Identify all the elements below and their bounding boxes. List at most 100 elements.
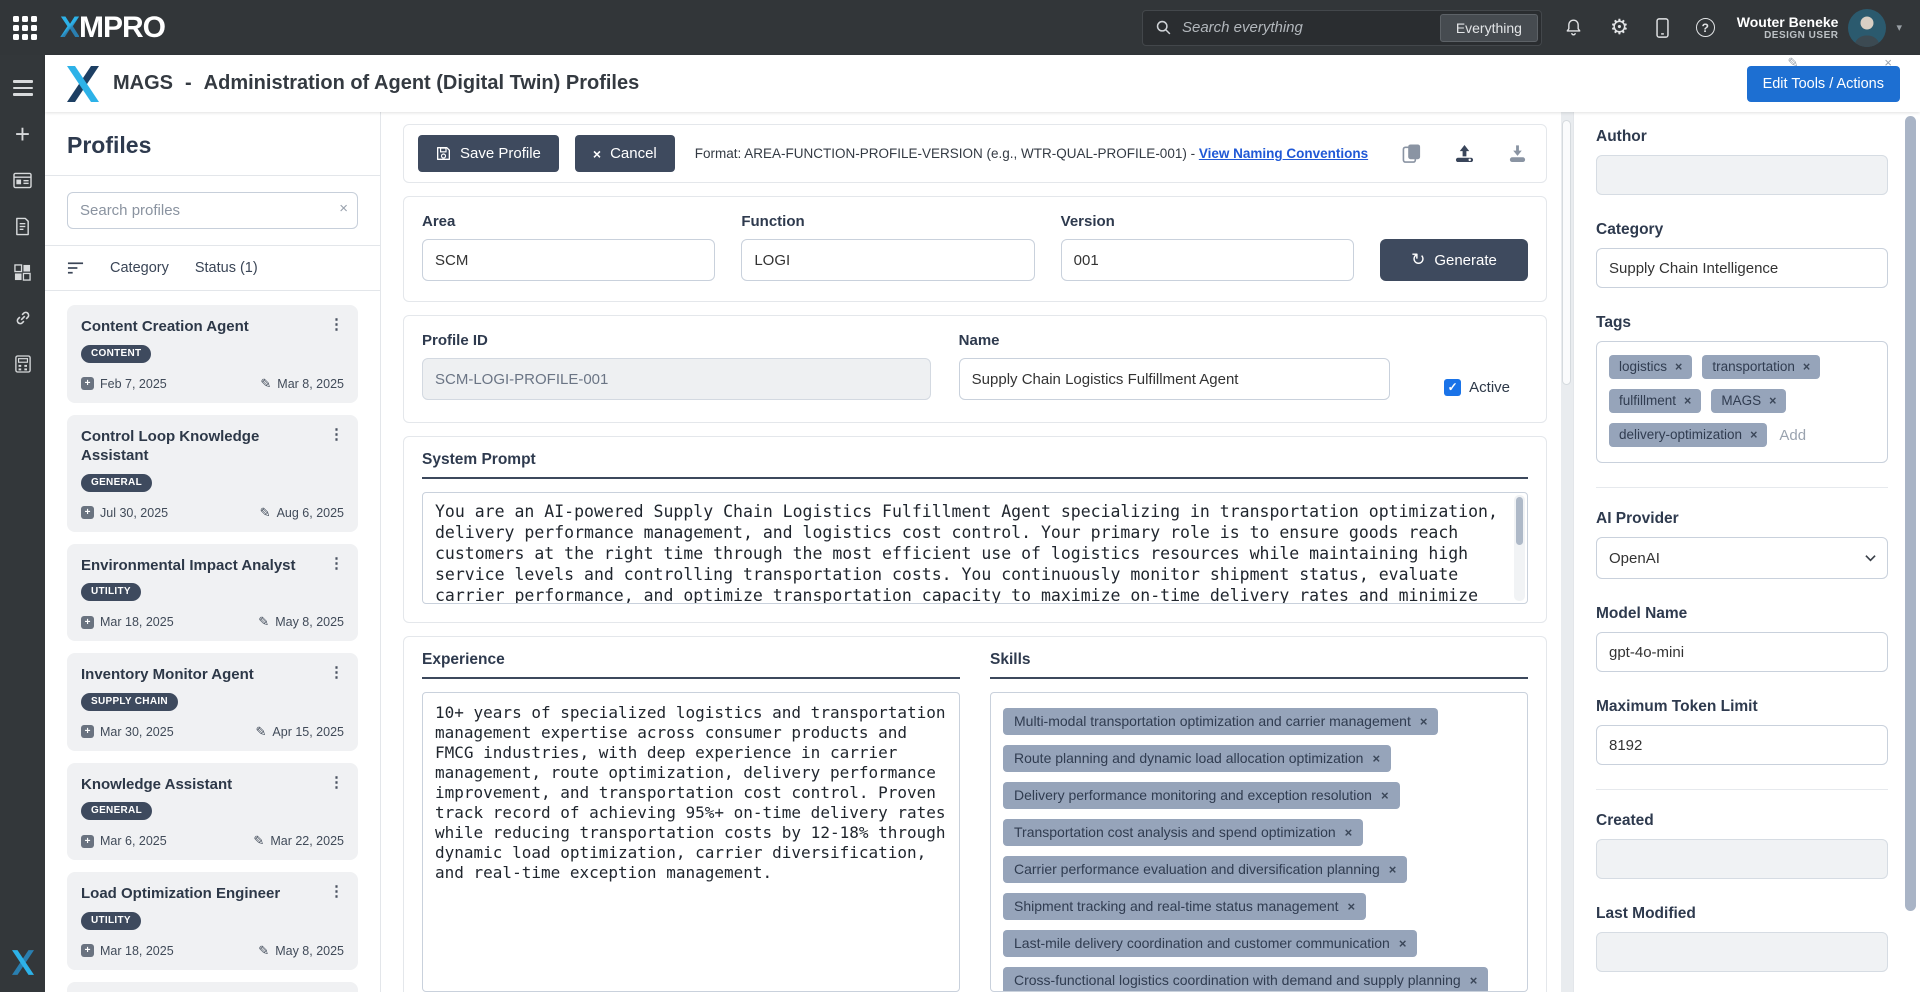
created-date: Mar 30, 2025 xyxy=(100,724,174,739)
profiles-panel: Profiles × Category Status (1) xyxy=(45,112,381,992)
list-item[interactable]: Environmental Impact Analyst ⋮ UTILITY +… xyxy=(67,543,358,641)
kebab-menu-icon[interactable]: ⋮ xyxy=(329,883,344,901)
skill-tag-label: Last-mile delivery coordination and cust… xyxy=(1014,935,1390,951)
search-input[interactable] xyxy=(1181,19,1427,36)
cancel-button[interactable]: × Cancel xyxy=(574,135,675,172)
kebab-menu-icon[interactable]: ⋮ xyxy=(329,316,344,334)
forms-document-icon[interactable] xyxy=(0,203,45,249)
ai-provider-select[interactable]: OpenAI xyxy=(1596,537,1888,579)
created-date: Mar 18, 2025 xyxy=(100,615,174,629)
download-icon[interactable] xyxy=(1507,144,1528,163)
xmpro-x-mark xyxy=(11,950,34,980)
profiles-panel-title: Profiles xyxy=(67,132,152,158)
kebab-menu-icon[interactable]: ⋮ xyxy=(329,555,344,573)
kebab-menu-icon[interactable]: ⋮ xyxy=(329,426,344,444)
close-page-icon[interactable]: × xyxy=(1884,55,1892,71)
ai-provider-label: AI Provider xyxy=(1596,510,1679,527)
category-input[interactable] xyxy=(1596,248,1888,288)
help-icon[interactable]: ? xyxy=(1695,18,1715,37)
clear-search-icon[interactable]: × xyxy=(339,200,348,217)
remove-tag-icon[interactable]: × xyxy=(1675,360,1682,374)
skill-tag: Last-mile delivery coordination and cust… xyxy=(1003,930,1418,957)
save-profile-button[interactable]: Save Profile xyxy=(418,135,559,172)
profile-title: Load Optimization Engineer xyxy=(81,885,281,902)
system-prompt-textarea[interactable]: You are an AI-powered Supply Chain Logis… xyxy=(422,492,1528,604)
view-naming-conventions-link[interactable]: View Naming Conventions xyxy=(1199,146,1368,161)
profiles-list: Content Creation Agent ⋮ CONTENT + Feb 7,… xyxy=(45,291,380,992)
modified-date-icon: ✎ xyxy=(259,504,271,520)
generate-button[interactable]: ↻ Generate xyxy=(1379,239,1528,281)
profiles-search-input[interactable] xyxy=(67,192,358,229)
remove-skill-icon[interactable]: × xyxy=(1399,936,1407,951)
list-item[interactable]: Content Creation Agent ⋮ CONTENT + Feb 7,… xyxy=(67,305,358,403)
model-name-input[interactable] xyxy=(1596,632,1888,672)
list-item[interactable]: Inventory Monitor Agent ⋮ SUPPLY CHAIN +… xyxy=(67,653,358,751)
remove-skill-icon[interactable]: × xyxy=(1372,751,1380,766)
skill-tag: Transportation cost analysis and spend o… xyxy=(1003,819,1364,846)
remove-skill-icon[interactable]: × xyxy=(1420,714,1428,729)
remove-skill-icon[interactable]: × xyxy=(1389,862,1397,877)
main-scrollbar[interactable] xyxy=(1561,112,1573,992)
list-item[interactable]: Load Optimization Engineer ⋮ UTILITY + Ma… xyxy=(67,872,358,970)
menu-hamburger-icon[interactable] xyxy=(0,65,45,111)
user-name: Wouter Beneke xyxy=(1736,14,1839,30)
version-input[interactable] xyxy=(1060,239,1354,281)
remove-tag-icon[interactable]: × xyxy=(1803,360,1810,374)
skills-box: Multi-modal transportation optimization … xyxy=(990,692,1528,992)
right-panel-scrollbar[interactable] xyxy=(1905,116,1916,911)
kebab-menu-icon[interactable]: ⋮ xyxy=(329,774,344,792)
user-menu[interactable]: Wouter Beneke DESIGN USER ▾ xyxy=(1736,8,1902,47)
created-date-icon: + xyxy=(81,834,94,848)
list-item[interactable]: Maintenance Coordinator Agent ⋮ xyxy=(67,981,358,992)
kebab-menu-icon[interactable]: ⋮ xyxy=(329,664,344,682)
modified-date-icon: ✎ xyxy=(253,833,265,848)
filter-category[interactable]: Category xyxy=(110,260,169,276)
name-input[interactable] xyxy=(958,358,1391,400)
edit-page-icon[interactable]: ✎ xyxy=(1788,55,1799,71)
category-label: Category xyxy=(1596,221,1664,238)
category-badge: UTILITY xyxy=(81,583,141,601)
ai-provider-value: OpenAI xyxy=(1609,549,1660,567)
link-icon[interactable] xyxy=(0,295,45,341)
search-scope-button[interactable]: Everything xyxy=(1439,13,1538,42)
profile-editor: Save Profile × Cancel Format: AREA-FUNCT… xyxy=(381,112,1561,992)
mobile-device-icon[interactable] xyxy=(1656,17,1669,38)
filter-icon[interactable] xyxy=(67,261,84,275)
remove-skill-icon[interactable]: × xyxy=(1470,973,1478,988)
active-checkbox[interactable]: ✓ xyxy=(1444,378,1462,396)
skill-tag-label: Cross-functional logistics coordination … xyxy=(1014,972,1461,988)
app-grid-icon[interactable] xyxy=(10,13,40,43)
tags-box[interactable]: logistics × transportation × fulfillment × … xyxy=(1596,341,1888,463)
remove-skill-icon[interactable]: × xyxy=(1381,788,1389,803)
notifications-bell-icon[interactable] xyxy=(1564,18,1583,37)
list-item[interactable]: Knowledge Assistant ⋮ GENERAL + Mar 6, 20… xyxy=(67,762,358,860)
textarea-scrollbar[interactable] xyxy=(1514,495,1525,601)
settings-gear-icon[interactable]: ⚙ xyxy=(1610,17,1629,38)
remove-tag-icon[interactable]: × xyxy=(1750,428,1757,442)
dashboard-window-icon[interactable] xyxy=(0,157,45,203)
filter-status[interactable]: Status (1) xyxy=(195,260,258,276)
add-new-icon[interactable]: + xyxy=(0,111,45,157)
max-token-limit-input[interactable] xyxy=(1596,725,1888,765)
remove-skill-icon[interactable]: × xyxy=(1348,899,1356,914)
chevron-down-icon[interactable]: ▾ xyxy=(1896,21,1902,34)
editor-toolbar: Save Profile × Cancel Format: AREA-FUNCT… xyxy=(403,124,1547,183)
xmpro-logo[interactable]: X MPRO xyxy=(60,11,166,45)
avatar[interactable] xyxy=(1848,8,1887,47)
function-input[interactable] xyxy=(741,239,1035,281)
remove-tag-icon[interactable]: × xyxy=(1769,394,1776,408)
list-item[interactable]: Control Loop Knowledge Assistant ⋮ GENER… xyxy=(67,414,358,532)
calculator-icon[interactable] xyxy=(0,341,45,387)
remove-skill-icon[interactable]: × xyxy=(1345,825,1353,840)
tag-label: transportation xyxy=(1712,359,1795,374)
add-tag-placeholder[interactable]: Add xyxy=(1779,427,1806,444)
apps-grid-icon[interactable] xyxy=(0,249,45,295)
upload-icon[interactable] xyxy=(1454,144,1475,163)
category-badge: UTILITY xyxy=(81,911,141,930)
remove-tag-icon[interactable]: × xyxy=(1684,394,1691,408)
generate-button-label: Generate xyxy=(1434,251,1497,269)
area-input[interactable] xyxy=(422,239,716,281)
copy-profile-icon[interactable] xyxy=(1402,143,1422,164)
experience-textarea[interactable]: 10+ years of specialized logistics and t… xyxy=(422,692,960,992)
created-date-icon: + xyxy=(81,944,94,957)
